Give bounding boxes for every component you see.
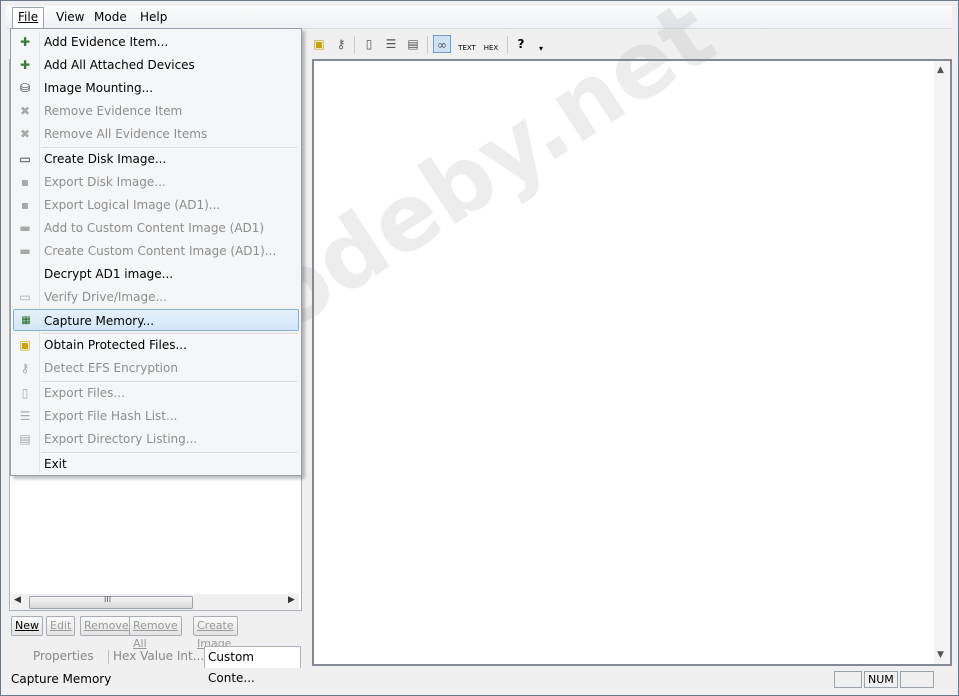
menu-item-export-logical-image[interactable]: ▪ Export Logical Image (AD1)... [13, 194, 299, 216]
menu-mode[interactable]: Mode [89, 8, 132, 26]
menu-view[interactable]: View [51, 8, 89, 26]
create-image-button[interactable]: Create Image [193, 616, 238, 650]
disk-image-icon: ▭ [19, 152, 31, 166]
menu-item-export-hash-list[interactable]: ☰ Export File Hash List... [13, 405, 299, 427]
file-icon: ▯ [21, 386, 29, 400]
menu-item-add-attached-devices[interactable]: ✚ Add All Attached Devices [13, 54, 299, 76]
file-icon[interactable]: ▯ [360, 35, 378, 53]
tab-properties[interactable]: Properties [33, 646, 94, 667]
menu-item-decrypt-ad1[interactable]: Decrypt AD1 image... [13, 263, 299, 285]
app-window: File View Mode Help ▣ ⚷ ▯ ☰ ▤ ∞ TEXT HEX… [0, 0, 959, 696]
menu-item-obtain-protected-files[interactable]: ▣ Obtain Protected Files... [13, 334, 299, 356]
menu-item-create-custom-content[interactable]: ▬ Create Custom Content Image (AD1)... [13, 240, 299, 262]
toolbar-overflow-icon[interactable]: ▾ [532, 40, 550, 58]
protected-files-icon: ▣ [19, 338, 31, 352]
attached-devices-icon: ✚ [19, 58, 31, 72]
status-indicator-scroll [900, 671, 934, 688]
hex-view-icon[interactable]: HEX [480, 35, 502, 53]
scroll-right-icon[interactable]: ▶ [288, 595, 295, 605]
scroll-left-icon[interactable]: ◀ [14, 595, 21, 605]
menu-bar: File View Mode Help [6, 6, 952, 29]
tab-hex-value[interactable]: Hex Value Int... [113, 646, 204, 667]
image-mounting-icon: ⛁ [19, 81, 31, 95]
toolbar-separator [507, 36, 508, 54]
verify-drive-icon: ▭ [19, 290, 31, 304]
floppy-icon: ▪ [20, 175, 30, 189]
remove-evidence-icon: ✖ [19, 104, 31, 118]
natural-view-icon[interactable]: ∞ [433, 35, 451, 53]
menu-item-export-disk-image[interactable]: ▪ Export Disk Image... [13, 171, 299, 193]
menu-item-export-directory-listing[interactable]: ▤ Export Directory Listing... [13, 428, 299, 450]
scroll-down-icon[interactable]: ▼ [937, 650, 944, 660]
status-indicator-caps [834, 671, 862, 688]
custom-content-create-icon: ▬ [19, 244, 31, 258]
status-bar: Capture Memory NUM [6, 670, 952, 690]
scrollbar-thumb[interactable]: III [29, 595, 193, 609]
menu-item-image-mounting[interactable]: ⛁ Image Mounting... [13, 77, 299, 99]
text-view-icon[interactable]: TEXT [456, 35, 478, 53]
toolbar: ▣ ⚷ ▯ ☰ ▤ ∞ TEXT HEX ? ▾ [306, 32, 952, 58]
remove-all-evidence-icon: ✖ [19, 127, 31, 141]
menu-item-export-files[interactable]: ▯ Export Files... [13, 382, 299, 404]
remove-button[interactable]: Remove [80, 616, 133, 636]
protected-files-icon[interactable]: ▣ [310, 35, 328, 53]
menu-item-add-custom-content[interactable]: ▬ Add to Custom Content Image (AD1) [13, 217, 299, 239]
hash-list-icon[interactable]: ☰ [382, 35, 400, 53]
menu-item-add-evidence[interactable]: ✚ Add Evidence Item... [13, 31, 299, 53]
status-indicator-num: NUM [864, 671, 898, 688]
menu-item-remove-all-evidence[interactable]: ✖ Remove All Evidence Items [13, 123, 299, 145]
horizontal-scrollbar[interactable]: ◀ III ▶ [11, 594, 299, 610]
tab-divider [108, 650, 109, 664]
help-icon[interactable]: ? [512, 35, 530, 53]
scrollbar-grip: III [104, 595, 112, 604]
key-icon: ⚷ [20, 361, 30, 375]
key-icon[interactable]: ⚷ [332, 35, 350, 53]
file-content-viewer[interactable]: ▲ ▼ [312, 59, 952, 666]
new-button[interactable]: New [11, 616, 43, 636]
left-pane-tabs: Properties Hex Value Int... Custom Conte… [11, 646, 301, 685]
add-evidence-icon: ✚ [19, 35, 31, 49]
edit-button[interactable]: Edit [46, 616, 76, 636]
menu-item-capture-memory[interactable]: ▦ Capture Memory... [13, 309, 299, 331]
toolbar-separator [354, 36, 355, 54]
hash-list-icon: ☰ [19, 409, 31, 423]
menu-item-verify-drive[interactable]: ▭ Verify Drive/Image... [13, 286, 299, 308]
status-text: Capture Memory [11, 672, 112, 686]
file-menu-dropdown: ✚ Add Evidence Item... ✚ Add All Attache… [10, 28, 302, 476]
menu-item-exit[interactable]: Exit [13, 453, 299, 475]
menu-help[interactable]: Help [135, 8, 172, 26]
menu-item-create-disk-image[interactable]: ▭ Create Disk Image... [13, 148, 299, 170]
scroll-up-icon[interactable]: ▲ [937, 65, 944, 75]
vertical-scrollbar[interactable]: ▲ ▼ [934, 61, 950, 664]
toolbar-separator [427, 36, 428, 54]
tab-custom-content[interactable]: Custom Conte... [204, 646, 301, 685]
custom-content-add-icon: ▬ [19, 221, 31, 235]
logical-image-icon: ▪ [20, 198, 30, 212]
menu-item-detect-efs[interactable]: ⚷ Detect EFS Encryption [13, 357, 299, 379]
menu-file[interactable]: File [12, 7, 45, 28]
directory-listing-icon: ▤ [19, 432, 31, 446]
memory-chip-icon: ▦ [21, 315, 31, 326]
directory-listing-icon[interactable]: ▤ [404, 35, 422, 53]
menu-item-remove-evidence[interactable]: ✖ Remove Evidence Item [13, 100, 299, 122]
remove-all-button[interactable]: Remove All [129, 616, 182, 650]
